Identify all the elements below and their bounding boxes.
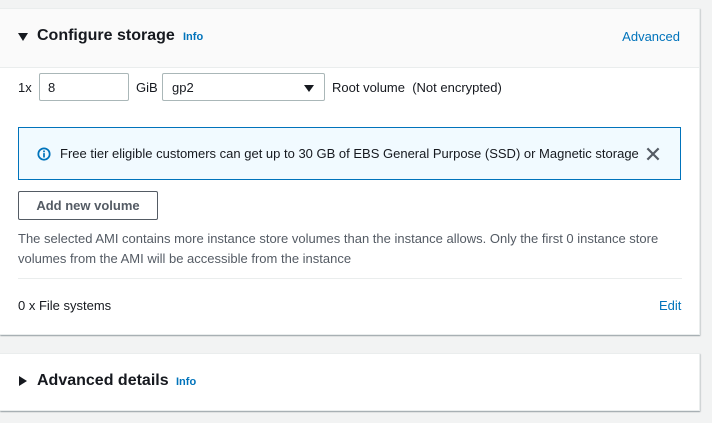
add-new-volume-button[interactable]: Add new volume: [18, 191, 158, 220]
root-volume-description: Root volume (Not encrypted): [332, 80, 502, 95]
instance-store-note: The selected AMI contains more instance …: [18, 231, 659, 266]
caret-down-icon[interactable]: [18, 33, 28, 41]
caret-right-icon[interactable]: [19, 376, 27, 386]
section-title[interactable]: Configure storage: [37, 27, 175, 45]
info-circle-icon: [37, 147, 51, 161]
advanced-details-panel[interactable]: Advanced details Info: [0, 353, 700, 411]
volume-size-input[interactable]: [39, 73, 129, 101]
advanced-link[interactable]: Advanced: [622, 29, 680, 44]
volume-size-unit: GiB: [136, 80, 158, 95]
divider: [18, 278, 682, 279]
volume-type-select[interactable]: gp2: [162, 73, 325, 101]
configure-storage-header[interactable]: Configure storage Info Advanced: [0, 9, 699, 68]
volume-count-label: 1x: [18, 80, 32, 95]
free-tier-alert: Free tier eligible customers can get up …: [18, 127, 681, 180]
section-title[interactable]: Advanced details: [37, 372, 169, 390]
info-link[interactable]: Info: [183, 31, 203, 43]
alert-text: Free tier eligible customers can get up …: [60, 146, 639, 161]
chevron-down-icon: [304, 85, 314, 92]
edit-link[interactable]: Edit: [659, 298, 681, 313]
close-icon[interactable]: [644, 145, 662, 163]
file-systems-label: 0 x File systems: [18, 298, 112, 313]
info-link[interactable]: Info: [176, 376, 196, 388]
volume-type-value: gp2: [172, 80, 194, 95]
